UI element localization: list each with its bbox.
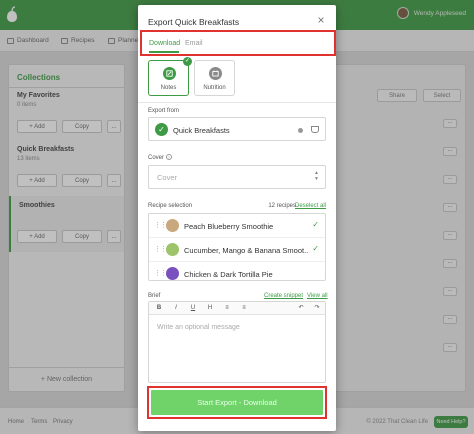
modal-title: Export Quick Breakfasts (148, 17, 240, 27)
drag-handle-icon[interactable]: ⋮⋮ (154, 245, 167, 253)
list-item[interactable]: ⋮⋮ Cucumber, Mango & Banana Smoot... ✓ (149, 238, 325, 262)
brief-label: Brief (148, 293, 161, 299)
cover-label: Cover ? (148, 154, 172, 161)
redo-icon[interactable]: ↷ (310, 304, 324, 313)
drag-handle-icon[interactable]: ⋮⋮ (154, 269, 167, 277)
recipe-thumbnail (166, 219, 179, 232)
italic-icon[interactable]: I (169, 304, 183, 313)
format-nutrition-option[interactable]: Nutrition (194, 60, 235, 96)
bullet-list-icon[interactable]: ≡ (220, 304, 234, 313)
close-icon[interactable]: × (315, 14, 327, 26)
heading-icon[interactable]: H (203, 304, 217, 313)
notes-icon (163, 67, 176, 80)
cover-select[interactable]: Cover ▲ ▼ (148, 165, 326, 189)
tab-email[interactable]: Email (185, 40, 203, 47)
create-snippet-link[interactable]: Create snippet (264, 293, 303, 299)
recipe-thumbnail (166, 243, 179, 256)
brief-input[interactable]: Write an optional message (157, 324, 240, 331)
active-tab-indicator (149, 51, 179, 53)
drag-handle-icon[interactable]: ⋮⋮ (154, 221, 167, 229)
collection-check-icon: ✓ (155, 123, 168, 136)
brief-editor[interactable]: B I U H ≡ ≡ ↶ ↷ Write an optional messag… (148, 301, 326, 383)
recipes-count: 12 recipes (268, 203, 296, 209)
status-dot-icon (298, 128, 303, 133)
bold-icon[interactable]: B (152, 304, 166, 313)
export-modal: Export Quick Breakfasts × Download Email… (138, 5, 336, 431)
export-from-label: Export from (148, 108, 180, 114)
check-icon[interactable]: ✓ (312, 244, 319, 253)
editor-toolbar: B I U H ≡ ≡ ↶ ↷ (149, 302, 325, 315)
list-item[interactable]: ⋮⋮ Chicken & Dark Tortilla Pie (149, 262, 325, 280)
list-item[interactable]: ⋮⋮ Peach Blueberry Smoothie ✓ (149, 214, 325, 238)
deselect-all-link[interactable]: Deselect all (295, 203, 326, 209)
info-icon: ? (165, 154, 172, 160)
recipe-selection-label: Recipe selection (148, 203, 193, 209)
view-all-link[interactable]: View all (307, 293, 328, 299)
stepper-icon: ▲ ▼ (314, 170, 319, 182)
tab-download[interactable]: Download (149, 40, 180, 47)
recipe-thumbnail (166, 267, 179, 280)
check-icon[interactable]: ✓ (312, 220, 319, 229)
pot-icon (311, 126, 319, 133)
export-tabs-highlight: Download Email (140, 30, 336, 56)
format-notes-option[interactable]: Notes ✓ (148, 57, 192, 96)
undo-icon[interactable]: ↶ (294, 304, 308, 313)
export-source-select[interactable]: ✓ Quick Breakfasts (148, 117, 326, 141)
nutrition-icon (209, 67, 222, 80)
recipe-list[interactable]: ⋮⋮ Peach Blueberry Smoothie ✓ ⋮⋮ Cucumbe… (148, 213, 326, 281)
selected-check-icon: ✓ (183, 57, 192, 66)
numbered-list-icon[interactable]: ≡ (237, 304, 251, 313)
export-button-highlight: Start Export - Download (147, 386, 327, 419)
start-export-button[interactable]: Start Export - Download (151, 390, 323, 415)
underline-icon[interactable]: U (186, 304, 200, 313)
